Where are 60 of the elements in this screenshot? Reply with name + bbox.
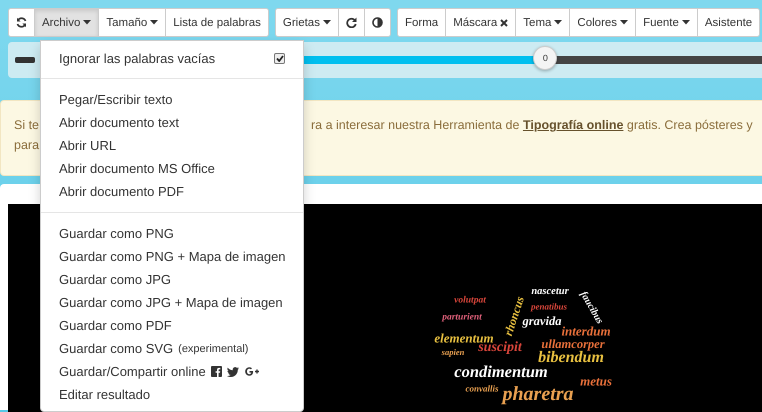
notice-text: ra a interesar nuestra Herramienta de Tipografía online gratis. Crea pósteres y: [311, 117, 753, 134]
toolbar-button[interactable]: Asistente: [696, 8, 760, 37]
dropdown-button[interactable]: Archivo: [34, 8, 100, 37]
toolbar-button[interactable]: Máscara: [445, 8, 516, 37]
menu-item-note: (experimental): [178, 342, 248, 354]
caret-icon: [83, 20, 92, 25]
dropdown-button[interactable]: Tamaño: [98, 8, 166, 37]
cloud-word: penatibus: [531, 302, 567, 312]
menu-item[interactable]: Abrir documento text: [41, 111, 303, 134]
menu-item[interactable]: Pegar/Escribir texto: [41, 88, 303, 111]
cloud-word: metus: [580, 374, 612, 388]
slider-end-icon: [15, 57, 35, 63]
menu-item[interactable]: Abrir documento PDF: [41, 180, 303, 203]
dropdown-button[interactable]: Fuente: [635, 8, 698, 37]
cloud-word: convallis: [466, 384, 498, 394]
rotate-icon: [346, 17, 357, 28]
toolbar-button[interactable]: Lista de palabras: [165, 8, 269, 37]
menu-item[interactable]: Guardar como JPG + Mapa de imagen: [41, 291, 303, 314]
caret-icon: [322, 20, 331, 25]
cloud-word: parturient: [442, 313, 482, 323]
dropdown-button[interactable]: Grietas: [274, 8, 339, 37]
cloud-word: pharetra: [502, 384, 574, 404]
notice-text: Si te: [14, 117, 40, 134]
slider-thumb[interactable]: 0: [533, 46, 558, 70]
cloud-word: condimentum: [454, 364, 548, 380]
menu-item[interactable]: Guardar como JPG: [41, 268, 303, 291]
contrast-icon: [372, 17, 383, 28]
menu-item[interactable]: Guardar como SVG: [59, 341, 174, 356]
dropdown-button[interactable]: Colores: [569, 8, 636, 37]
cloud-word: gravida: [522, 314, 562, 328]
checkmark-icon: [276, 54, 284, 62]
menu-item[interactable]: Guardar/Compartir online: [59, 364, 206, 379]
menu-item[interactable]: Abrir documento MS Office: [41, 157, 303, 180]
caret-icon: [682, 20, 690, 25]
twitter-icon: [226, 366, 239, 376]
refresh-button[interactable]: [8, 8, 35, 37]
cloud-word: interdum: [561, 324, 611, 338]
refresh-icon: [16, 17, 27, 28]
checkbox[interactable]: [274, 52, 285, 64]
cloud-word: volutpat: [454, 296, 486, 306]
caret-icon: [150, 20, 158, 25]
facebook-icon: [210, 366, 222, 377]
menu-item[interactable]: Guardar como PNG + Mapa de imagen: [41, 245, 303, 268]
close-icon: [500, 18, 508, 26]
dropdown-button[interactable]: Tema: [515, 8, 570, 37]
caret-icon: [620, 20, 628, 25]
google-plus-icon: [244, 366, 260, 377]
menu-item[interactable]: Guardar como PNG: [41, 222, 303, 245]
menu-item[interactable]: Editar resultado: [41, 383, 303, 406]
cloud-word: bibendum: [538, 350, 604, 366]
caret-icon: [554, 20, 562, 25]
toolbar-button[interactable]: Forma: [396, 8, 446, 37]
contrast-button[interactable]: [364, 8, 391, 37]
menu-item[interactable]: Guardar como PDF: [41, 314, 303, 337]
notice-text: para: [14, 137, 40, 154]
cloud-word: sapien: [442, 348, 464, 356]
cloud-word: nascetur: [531, 286, 569, 298]
rotate-button[interactable]: [338, 8, 365, 37]
menu-item[interactable]: Abrir URL: [41, 134, 303, 157]
cloud-word: ullamcorper: [541, 338, 605, 350]
